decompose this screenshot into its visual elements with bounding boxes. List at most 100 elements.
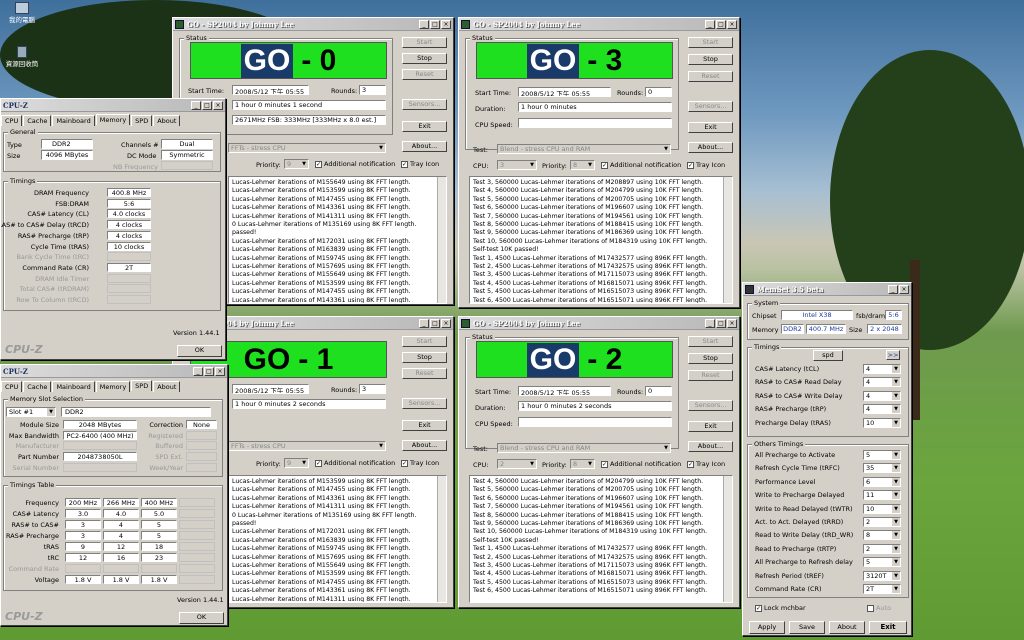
close-button[interactable]: × [727, 318, 737, 328]
sensors-button[interactable]: Sensors... [402, 99, 447, 110]
title-bar[interactable]: GO - SP2004 by Johnny Lee _ □ × [459, 317, 739, 330]
additional-notification-checkbox[interactable]: ✓ Additional notification [315, 160, 395, 168]
priority-select[interactable]: 8 [570, 459, 595, 469]
scrollbar[interactable] [437, 177, 446, 303]
additional-notification-checkbox[interactable]: ✓ Additional notification [601, 161, 681, 169]
tab-spd[interactable]: SPD [131, 380, 153, 391]
tab-cpu[interactable]: CPU [1, 115, 23, 126]
log-output[interactable]: Test 3, 560000 Lucas-Lehmer iterations o… [469, 176, 733, 304]
title-bar[interactable]: GO - SP2004 by Johnny Lee _ □ × [459, 18, 739, 31]
timing-select[interactable]: 10 [863, 417, 901, 428]
close-button[interactable]: × [215, 366, 225, 376]
timing-select[interactable]: 2T [863, 584, 901, 594]
about-button[interactable]: About... [688, 441, 733, 452]
save-button[interactable]: Save [789, 621, 825, 634]
exit-button[interactable]: Exit [688, 122, 733, 133]
test-select[interactable]: FFTs - stress CPU [228, 441, 386, 451]
tab-spd[interactable]: SPD [131, 115, 153, 126]
scrollbar[interactable] [723, 177, 732, 303]
additional-notification-checkbox[interactable]: ✓ Additional notification [601, 460, 681, 468]
tab-memory[interactable]: Memory [95, 114, 131, 125]
about-button[interactable]: About... [402, 440, 447, 451]
about-button[interactable]: About... [402, 141, 447, 152]
timing-select[interactable]: 11 [863, 490, 901, 501]
minimize-button[interactable]: _ [419, 318, 429, 328]
stop-button[interactable]: Stop [402, 352, 447, 363]
timing-select[interactable]: 3120T [863, 570, 901, 581]
tab-cache[interactable]: Cache [23, 381, 52, 392]
stop-button[interactable]: Stop [688, 54, 733, 65]
minimize-button[interactable]: _ [191, 100, 201, 110]
minimize-button[interactable]: _ [705, 318, 715, 328]
timing-select[interactable]: 6 [863, 476, 901, 487]
reset-button[interactable]: Reset [402, 368, 447, 379]
timing-select[interactable]: 2 [863, 517, 901, 527]
tab-cache[interactable]: Cache [23, 115, 52, 126]
exit-button[interactable]: Exit [688, 421, 733, 432]
timing-select[interactable]: 2 [863, 543, 901, 554]
priority-select[interactable]: 9 [284, 458, 309, 468]
exit-button[interactable]: Exit [402, 121, 447, 132]
maximize-button[interactable]: □ [202, 100, 212, 110]
desktop-icon-my-computer[interactable]: 我的電腦 [2, 2, 42, 24]
tray-icon-checkbox[interactable]: ✓ Tray Icon [401, 459, 439, 467]
stop-button[interactable]: Stop [688, 353, 733, 364]
about-button[interactable]: About [829, 621, 865, 634]
slot-select[interactable]: Slot #1 [6, 407, 56, 417]
close-button[interactable]: × [899, 284, 909, 294]
cpu-select[interactable]: 2 [497, 459, 537, 469]
spd-button[interactable]: spd [813, 350, 843, 361]
tab-about[interactable]: About [153, 115, 181, 126]
sensors-button[interactable]: Sensors... [688, 101, 733, 112]
tray-icon-checkbox[interactable]: ✓ Tray Icon [401, 160, 439, 168]
priority-select[interactable]: 8 [570, 160, 595, 170]
maximize-button[interactable]: □ [430, 318, 440, 328]
stop-button[interactable]: Stop [402, 53, 447, 64]
close-button[interactable]: × [441, 318, 451, 328]
tab-cpu[interactable]: CPU [1, 381, 23, 392]
exit-button[interactable]: Exit [402, 420, 447, 431]
close-button[interactable]: × [441, 19, 451, 29]
title-bar[interactable]: MemSet 3.5 beta _ × [743, 283, 911, 296]
sensors-button[interactable]: Sensors... [688, 400, 733, 411]
minimize-button[interactable]: _ [705, 19, 715, 29]
maximize-button[interactable]: □ [204, 366, 214, 376]
timing-select[interactable]: 10 [863, 503, 901, 514]
minimize-button[interactable]: _ [193, 366, 203, 376]
scrollbar[interactable] [437, 476, 446, 602]
about-button[interactable]: About... [688, 142, 733, 153]
tab-memory[interactable]: Memory [95, 381, 131, 392]
maximize-button[interactable]: □ [716, 318, 726, 328]
minimize-button[interactable]: _ [419, 19, 429, 29]
exit-button[interactable]: Exit [869, 621, 907, 634]
test-select[interactable]: Blend - stress CPU and RAM [497, 144, 671, 154]
tab-mainboard[interactable]: Mainboard [52, 381, 95, 392]
timing-select[interactable]: 5 [863, 557, 901, 568]
maximize-button[interactable]: □ [716, 19, 726, 29]
reset-button[interactable]: Reset [402, 69, 447, 80]
tray-icon-checkbox[interactable]: ✓ Tray Icon [687, 460, 725, 468]
log-output[interactable]: Lucas-Lehmer iterations of M153599 using… [228, 475, 447, 603]
priority-select[interactable]: 9 [284, 159, 309, 169]
lock-mchbar-checkbox[interactable]: ✓ Lock mchbar [755, 604, 806, 612]
start-button[interactable]: Start [402, 37, 447, 48]
title-bar[interactable]: CPU-Z _ □ × [1, 365, 227, 378]
apply-button[interactable]: Apply [749, 621, 785, 634]
timing-select[interactable]: 4 [863, 404, 901, 415]
test-select[interactable]: Blend - stress CPU and RAM [497, 443, 671, 453]
timing-select[interactable]: 4 [863, 390, 901, 401]
additional-notification-checkbox[interactable]: ✓ Additional notification [315, 459, 395, 467]
sensors-button[interactable]: Sensors... [402, 398, 447, 409]
test-select[interactable]: FFTs - stress CPU [228, 143, 386, 153]
ok-button[interactable]: OK [179, 612, 224, 624]
auto-checkbox[interactable]: Auto [867, 604, 891, 612]
timing-select[interactable]: 4 [863, 364, 901, 374]
tab-about[interactable]: About [153, 381, 181, 392]
title-bar[interactable]: GO - SP2004 by Johnny Lee _ □ × [173, 18, 453, 31]
reset-button[interactable]: Reset [688, 370, 733, 381]
scrollbar[interactable] [723, 476, 732, 602]
ok-button[interactable]: OK [177, 345, 222, 357]
timing-select[interactable]: 5 [863, 450, 901, 460]
start-button[interactable]: Start [688, 336, 733, 347]
cpu-select[interactable]: 3 [497, 160, 537, 170]
